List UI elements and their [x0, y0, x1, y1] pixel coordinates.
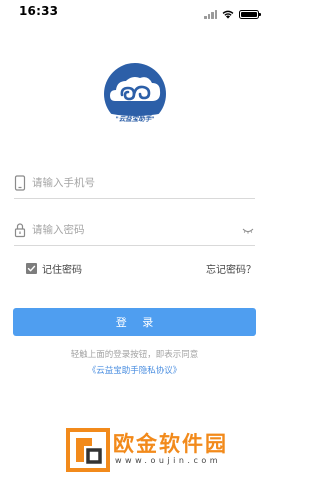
lock-icon	[14, 223, 26, 238]
watermark: 欧金软件园 www.oujin.com	[66, 426, 266, 474]
status-time: 16:33	[19, 4, 59, 18]
status-icons	[204, 7, 261, 21]
password-field[interactable]	[14, 217, 255, 246]
agreement-text: 轻触上面的登录按钮，即表示同意	[70, 350, 199, 360]
status-bar: 16:33	[0, 0, 269, 28]
remember-password[interactable]: 记住密码	[26, 261, 82, 276]
forgot-password-link[interactable]: 忘记密码？	[206, 261, 256, 276]
watermark-title: 欧金软件园	[113, 432, 228, 456]
remember-label: 记住密码	[42, 264, 82, 276]
signal-icon	[204, 9, 217, 19]
wifi-icon	[222, 10, 234, 19]
privacy-policy-link[interactable]: 《云益宝助手隐私协议》	[0, 364, 269, 376]
login-button[interactable]: 登 录	[13, 308, 256, 336]
password-input[interactable]	[32, 221, 242, 239]
watermark-url: www.oujin.com	[115, 456, 222, 465]
watermark-logo-icon	[66, 428, 110, 472]
phone-input[interactable]	[32, 174, 242, 192]
eye-closed-icon[interactable]	[242, 228, 254, 234]
phone-field[interactable]	[14, 170, 255, 199]
app-logo: "云益宝助手"	[98, 61, 172, 131]
remember-checkbox[interactable]	[26, 262, 37, 274]
logo-text: "云益宝助手"	[115, 115, 155, 123]
check-icon	[27, 265, 36, 271]
phone-icon	[14, 175, 26, 191]
battery-icon	[239, 9, 261, 19]
